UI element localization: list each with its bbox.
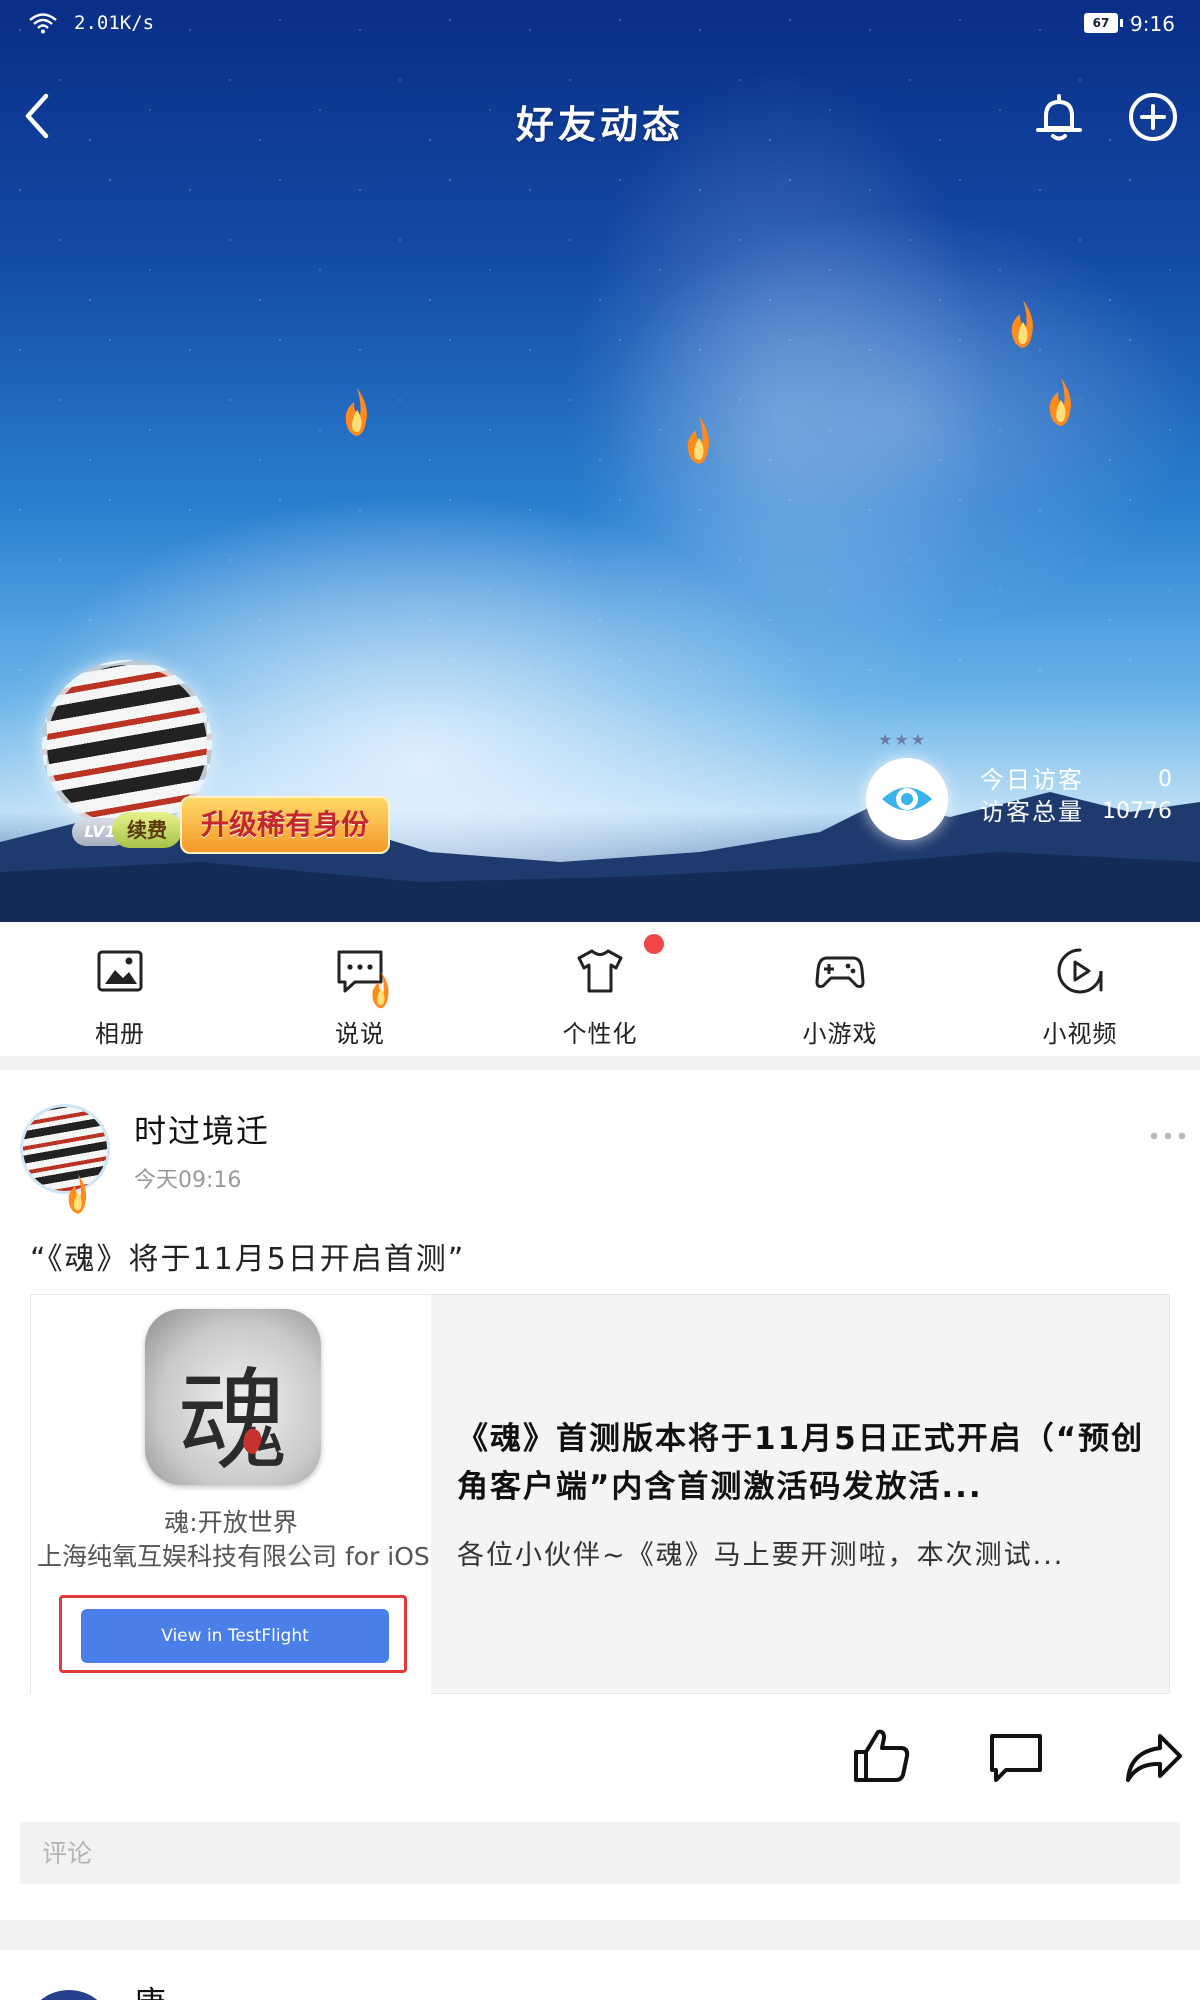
- shared-link-thumbnail: 魂 魂:开放世界 上海纯氧互娱科技有限公司 for iOS View in Te…: [31, 1295, 431, 1695]
- cover-banner[interactable]: 2.01K/s 67 9:16 好友动态 LV1 续费 升级稀有身份 ★★★ 今…: [0, 0, 1200, 922]
- network-speed: 2.01K/s: [74, 12, 155, 34]
- app-icon: 魂: [145, 1309, 321, 1485]
- upgrade-identity-button[interactable]: 升级稀有身份: [180, 796, 390, 854]
- renew-badge[interactable]: 续费: [112, 812, 182, 848]
- thumbs-up-icon[interactable]: [852, 1726, 912, 1786]
- page-title: 好友动态: [515, 103, 684, 147]
- more-options-icon[interactable]: [1148, 1128, 1188, 1144]
- flame-icon: [372, 971, 389, 1009]
- gamepad-icon: [815, 956, 865, 988]
- flame-icon: [1049, 378, 1071, 426]
- quick-nav-bar: 相册 说说 个性化 小游戏 小视频: [0, 922, 1200, 1056]
- visitors-today-label: 今日访客: [980, 766, 1084, 794]
- feed-post: 时过境迁 今天09:16 “《魂》将于11月5日开启首测” 魂 魂:开放世界 上…: [0, 1070, 1200, 1920]
- nav-bar: 好友动态: [0, 72, 1200, 162]
- play-circle-icon: [1057, 948, 1103, 994]
- section-divider: [0, 1056, 1200, 1070]
- tshirt-icon: [577, 949, 623, 993]
- quick-nav-talk[interactable]: 说说: [240, 922, 480, 1056]
- quick-nav-label: 说说: [335, 1020, 385, 1048]
- section-divider: [0, 1920, 1200, 1950]
- share-arrow-icon[interactable]: [1124, 1730, 1184, 1786]
- quick-nav-label: 相册: [95, 1020, 145, 1048]
- app-company: 上海纯氧互娱科技有限公司 for iOS: [37, 1542, 430, 1571]
- add-circle-icon[interactable]: [1122, 86, 1184, 148]
- stars-decoration: ★★★: [878, 730, 928, 749]
- clock: 9:16: [1130, 12, 1175, 36]
- visitors-total-label: 访客总量: [980, 798, 1084, 826]
- shared-link-card[interactable]: 魂 魂:开放世界 上海纯氧互娱科技有限公司 for iOS View in Te…: [30, 1294, 1170, 1695]
- quick-nav-games[interactable]: 小游戏: [720, 922, 960, 1056]
- next-feed-post: 唐: [0, 1950, 1200, 2000]
- flame-icon: [68, 1174, 87, 1214]
- visitor-stats[interactable]: 今日访客 0 访客总量 10776: [980, 764, 1172, 828]
- status-bar: 2.01K/s 67 9:16: [0, 0, 1200, 48]
- bell-icon[interactable]: [1028, 86, 1090, 148]
- quick-nav-video[interactable]: 小视频: [960, 922, 1200, 1056]
- post-time: 今天09:16: [134, 1168, 242, 1193]
- notification-dot: [644, 934, 664, 954]
- comment-icon[interactable]: [988, 1730, 1044, 1786]
- image-icon: [97, 950, 143, 992]
- testflight-button: View in TestFlight: [81, 1609, 389, 1663]
- shared-link-title: 《魂》首测版本将于11月5日正式开启（“预创角客户端”内含首测激活码发放活...: [457, 1421, 1145, 1505]
- quick-nav-label: 小视频: [1042, 1020, 1118, 1048]
- post-text: “《魂》将于11月5日开启首测”: [30, 1242, 466, 1277]
- quick-nav-label: 个性化: [562, 1020, 638, 1048]
- flame-icon: [1011, 300, 1033, 348]
- quick-nav-album[interactable]: 相册: [0, 922, 240, 1056]
- quick-nav-label: 小游戏: [802, 1020, 878, 1048]
- visitors-total-value: 10776: [1102, 799, 1172, 824]
- flame-icon: [345, 388, 367, 436]
- comment-input[interactable]: [20, 1822, 1180, 1884]
- author-name[interactable]: 唐: [134, 1978, 166, 2000]
- visitors-today-value: 0: [1158, 767, 1172, 792]
- app-icon-glyph: 魂: [178, 1357, 288, 1485]
- app-name: 魂:开放世界: [164, 1508, 298, 1537]
- shared-link-description: 各位小伙伴~《魂》马上要开测啦，本次测试...: [457, 1540, 1065, 1571]
- author-name[interactable]: 时过境迁: [134, 1106, 270, 1152]
- battery-tip: [1120, 19, 1123, 27]
- author-avatar[interactable]: [24, 1990, 114, 2000]
- eye-icon[interactable]: [866, 758, 948, 840]
- battery-icon: 67: [1084, 13, 1118, 33]
- quick-nav-personalize[interactable]: 个性化: [480, 922, 720, 1056]
- wifi-icon: [29, 13, 57, 34]
- flame-icon: [687, 416, 709, 464]
